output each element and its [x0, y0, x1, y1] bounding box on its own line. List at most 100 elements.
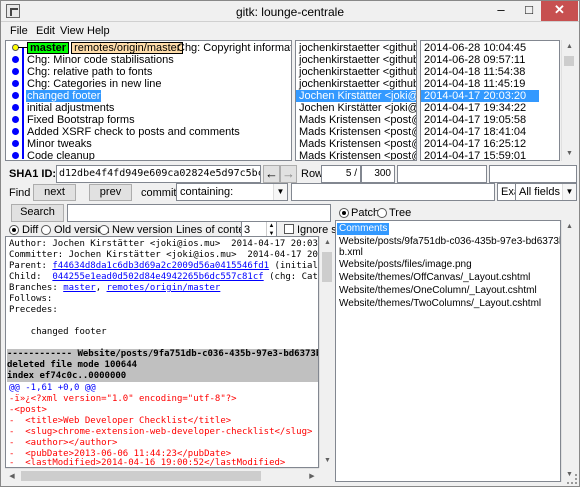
- sha1-field[interactable]: d12dbe4f4fd949e609ca02824e5d97c5bc7955e7: [56, 165, 261, 183]
- scroll-thumb[interactable]: [322, 252, 332, 282]
- back-arrow-icon[interactable]: ←: [263, 165, 280, 183]
- follows-line: Follows:: [9, 294, 53, 304]
- find-mode-select[interactable]: containing: ▼: [176, 183, 288, 201]
- scroll-up-arrow-icon[interactable]: ▲: [320, 236, 335, 250]
- commit-date: 2014-06-28 09:57:11: [424, 54, 526, 66]
- scroll-down-arrow-icon[interactable]: ▼: [562, 147, 577, 161]
- child-desc: (chg: Categories: [269, 272, 318, 282]
- commit-dot: [12, 152, 19, 159]
- commit-dot: [12, 128, 19, 135]
- forward-arrow-icon[interactable]: →: [280, 165, 297, 183]
- scroll-right-arrow-icon[interactable]: ▶: [305, 469, 319, 484]
- menu-file[interactable]: File: [10, 25, 28, 37]
- ref-remote-master[interactable]: remotes/origin/master: [71, 42, 184, 54]
- commit-author: Jochen Kirstätter <joki@ios.m: [299, 102, 416, 114]
- parent-desc: (initial adjustm: [274, 261, 318, 271]
- scroll-thumb[interactable]: [564, 56, 574, 66]
- title-bar: gitk: lounge-centrale – □ ✕: [1, 1, 579, 22]
- diff-pane[interactable]: Author: Jochen Kirstätter <joki@ios.mu> …: [5, 236, 319, 468]
- file-item-selected[interactable]: Comments: [337, 223, 390, 235]
- commit-row[interactable]: Chg: Categories in new line: [6, 78, 291, 90]
- tree-radio[interactable]: [377, 208, 387, 218]
- find-input[interactable]: [291, 183, 495, 201]
- commit-date: 2014-04-17 19:34:22: [424, 102, 527, 114]
- commit-list-scrollbar[interactable]: ▲ ▼: [561, 40, 577, 161]
- commit-row[interactable]: Minor tweaks: [6, 138, 291, 150]
- hunk-header: @@ -1,61 +0,0 @@: [9, 383, 96, 393]
- commit-list-pane[interactable]: master remotes/origin/master Chg: Copyrig…: [5, 40, 292, 161]
- commit-row[interactable]: Code cleanup: [6, 150, 291, 160]
- diff-radio[interactable]: [9, 225, 19, 235]
- new-version-radio[interactable]: [99, 225, 109, 235]
- diff-file-header[interactable]: ------------ Website/posts/9fa751db-c036…: [7, 349, 318, 360]
- commit-author: Mads Kristensen <post@mad: [299, 126, 416, 138]
- find-prev-button[interactable]: prev: [89, 184, 132, 201]
- scroll-thumb[interactable]: [21, 471, 261, 481]
- commit-row[interactable]: Fixed Bootstrap forms: [6, 114, 291, 126]
- status-field: [489, 165, 577, 183]
- date-list-pane[interactable]: 2014-06-28 10:04:45 2014-06-28 09:57:11 …: [420, 40, 560, 161]
- old-version-radio[interactable]: [41, 225, 51, 235]
- resize-grip-icon[interactable]: [567, 474, 577, 484]
- file-item[interactable]: Website/posts/9fa751db-c036-435b-97e3-bd…: [339, 236, 560, 248]
- diff-scrollbar[interactable]: ▲ ▼: [319, 236, 334, 468]
- commit-row[interactable]: Chg: Minor code stabilisations: [6, 54, 291, 66]
- scroll-down-arrow-icon[interactable]: ▼: [320, 454, 335, 468]
- diff-horizontal-scrollbar[interactable]: ◀ ▶: [5, 468, 319, 483]
- search-button[interactable]: Search: [11, 204, 64, 222]
- commit-subject: Chg: relative path to fonts: [27, 66, 153, 78]
- minimize-button[interactable]: –: [487, 1, 515, 21]
- commit-subject: Fixed Bootstrap forms: [27, 114, 135, 126]
- commit-date: 2014-04-17 19:05:58: [424, 114, 527, 126]
- menu-edit[interactable]: Edit: [36, 25, 55, 37]
- patch-label: Patch: [351, 207, 380, 219]
- file-item[interactable]: b.xml: [339, 247, 363, 259]
- index-line: index ef74c0c..0000000: [7, 371, 318, 382]
- tree-label: Tree: [389, 207, 412, 219]
- find-fields-value: All fields: [519, 186, 560, 198]
- commit-row[interactable]: Added XSRF check to posts and comments: [6, 126, 291, 138]
- author-list-pane[interactable]: jochenkirstaetter <github@jo jochenkirst…: [295, 40, 417, 161]
- file-item[interactable]: Website/posts/files/image.png: [339, 259, 472, 271]
- commit-author: jochenkirstaetter <github@jo: [299, 42, 416, 54]
- commit-subject: changed footer: [26, 90, 102, 102]
- maximize-button[interactable]: □: [515, 1, 543, 21]
- sha1-label: SHA1 ID:: [9, 168, 57, 180]
- search-input[interactable]: [67, 204, 331, 222]
- committer-line: Committer: Jochen Kirstätter <joki@ios.m…: [9, 250, 318, 261]
- removed-line: - <title>Web Developer Checklist</title>: [9, 416, 232, 426]
- precedes-line: Precedes:: [9, 305, 58, 315]
- scroll-left-arrow-icon[interactable]: ◀: [5, 469, 19, 484]
- branches-label: Branches:: [9, 283, 64, 293]
- find-next-button[interactable]: next: [33, 184, 76, 201]
- branch-master-link[interactable]: master: [63, 283, 96, 293]
- chevron-down-icon: ▼: [562, 184, 576, 200]
- branch-remote-link[interactable]: remotes/origin/master: [107, 283, 221, 293]
- file-item[interactable]: Website/themes/OffCanvas/_Layout.cshtml: [339, 272, 530, 284]
- commit-row-selected[interactable]: changed footer: [6, 90, 291, 102]
- close-button[interactable]: ✕: [541, 1, 578, 21]
- gitk-window: gitk: lounge-centrale – □ ✕ File Edit Vi…: [0, 0, 580, 487]
- file-item[interactable]: Website/themes/OneColumn/_Layout.cshtml: [339, 285, 537, 297]
- author-value: Jochen Kirstätter <joki@ios.mu> 2014-04-…: [52, 239, 319, 249]
- patch-radio[interactable]: [339, 208, 349, 218]
- menu-help[interactable]: Help: [87, 25, 110, 37]
- author-line: Author: Jochen Kirstätter <joki@ios.mu> …: [9, 239, 319, 250]
- file-list-scrollbar[interactable]: ▲ ▼: [561, 220, 577, 482]
- menu-view[interactable]: View: [60, 25, 84, 37]
- child-sha-link[interactable]: 044255e1ead0d502d84e4942265b6dc557c81cf: [52, 272, 263, 282]
- parent-sha-link[interactable]: f44634d8da1c6db3d69a2c2009d56a0415546fd1: [52, 261, 269, 271]
- file-item[interactable]: Website/themes/TwoColumns/_Layout.cshtml: [339, 298, 541, 310]
- commit-row[interactable]: initial adjustments: [6, 102, 291, 114]
- ignore-space-checkbox[interactable]: [284, 224, 294, 234]
- commit-row[interactable]: Chg: relative path to fonts: [6, 66, 291, 78]
- ref-master[interactable]: master: [27, 42, 70, 54]
- commit-date-selected: 2014-04-17 20:03:20: [421, 90, 539, 102]
- commit-author: jochenkirstaetter <github@jo: [299, 66, 416, 78]
- commit-row[interactable]: master remotes/origin/master Chg: Copyrig…: [6, 42, 291, 54]
- find-fields-select[interactable]: All fields ▼: [515, 183, 577, 201]
- commit-author: jochenkirstaetter <github@jo: [299, 78, 416, 90]
- scroll-up-arrow-icon[interactable]: ▲: [562, 220, 577, 234]
- scroll-up-arrow-icon[interactable]: ▲: [562, 40, 577, 54]
- file-list-pane[interactable]: Comments Website/posts/9fa751db-c036-435…: [335, 220, 561, 482]
